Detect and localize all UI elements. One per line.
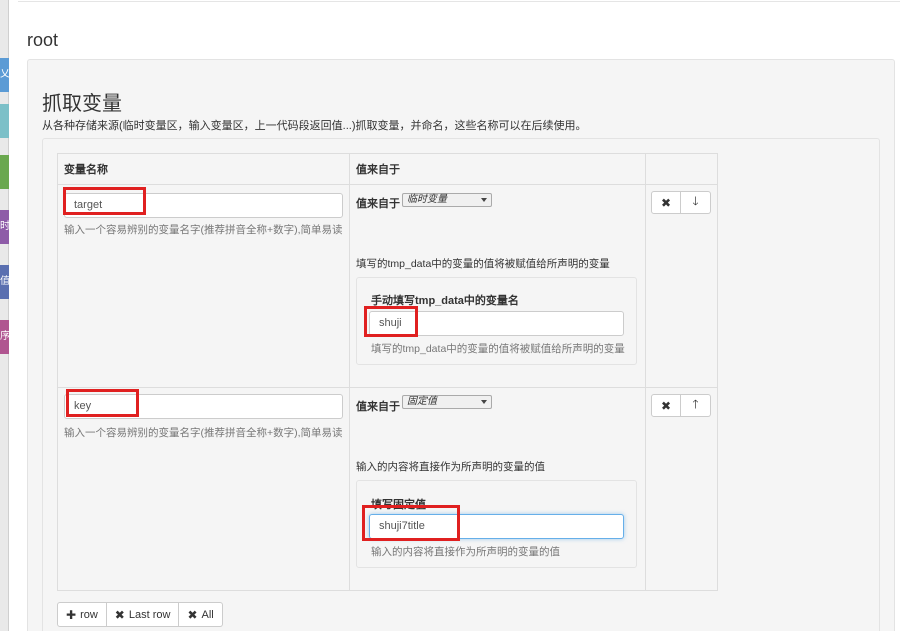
- well-help: 填写的tmp_data中的变量的值将被赋值给所声明的变量: [371, 343, 625, 355]
- source-select-value: 临时变量: [407, 194, 447, 205]
- page-title: root: [27, 30, 59, 50]
- row-actions: ✖ 🡑: [651, 394, 711, 417]
- add-row-button[interactable]: ✚ row: [57, 602, 107, 627]
- sliver-tab: 值: [0, 265, 9, 299]
- annotation-box: [63, 187, 146, 215]
- source-info: 填写的tmp_data中的变量的值将被赋值给所声明的变量: [356, 258, 610, 270]
- delete-row-button[interactable]: ✖: [651, 191, 681, 214]
- sliver-tab: 序: [0, 320, 9, 354]
- table-row: target 输入一个容易辨别的变量名字(推荐拼音全称+数字),简单易读 值来自…: [57, 184, 718, 388]
- var-name-help: 输入一个容易辨别的变量名字(推荐拼音全称+数字),简单易读: [64, 427, 343, 439]
- caret-down-icon: [481, 400, 487, 404]
- column-header-var-name: 变量名称: [57, 153, 350, 185]
- sliver-tab: [0, 104, 9, 138]
- var-name-help: 输入一个容易辨别的变量名字(推荐拼音全称+数字),简单易读: [64, 224, 343, 236]
- annotation-box: [364, 306, 418, 337]
- annotation-box: [66, 389, 139, 417]
- source-select-value: 固定值: [407, 396, 437, 407]
- panel-title: 抓取变量: [42, 93, 122, 115]
- caret-down-icon: [481, 198, 487, 202]
- close-icon: ✖: [660, 398, 672, 413]
- close-icon: ✖: [114, 607, 125, 622]
- well-help: 输入的内容将直接作为所声明的变量的值: [371, 546, 560, 558]
- value-source-cell: 值来自于 临时变量 填写的tmp_data中的变量的值将被赋值给所声明的变量 手…: [349, 184, 646, 388]
- arrow-down-icon: 🡓: [692, 194, 699, 208]
- last-row-label: Last row: [128, 608, 171, 621]
- column-header-value-source: 值来自于: [349, 153, 646, 185]
- source-info: 输入的内容将直接作为所声明的变量的值: [356, 461, 545, 473]
- column-header-actions: [645, 153, 718, 185]
- sliver-tab: [0, 155, 9, 189]
- top-divider: [18, 0, 900, 2]
- value-source-cell: 值来自于 固定值 输入的内容将直接作为所声明的变量的值 填写固定值 shuji7…: [349, 387, 646, 591]
- add-row-label: row: [80, 608, 98, 621]
- source-label: 值来自于: [356, 401, 400, 413]
- source-select[interactable]: 固定值: [402, 395, 492, 409]
- sliver-tab: 时: [0, 210, 9, 244]
- row-add-toolbar: ✚ row ✖ Last row ✖ All: [57, 602, 223, 627]
- remove-all-button[interactable]: ✖ All: [179, 602, 223, 627]
- sliver-tab: 乂: [0, 58, 9, 92]
- move-up-button[interactable]: 🡑: [681, 394, 711, 417]
- close-icon: ✖: [660, 195, 672, 210]
- var-name-cell: key 输入一个容易辨别的变量名字(推荐拼音全称+数字),简单易读: [57, 387, 350, 591]
- actions-cell: ✖ 🡑: [645, 387, 718, 591]
- source-select[interactable]: 临时变量: [402, 193, 492, 207]
- arrow-up-icon: 🡑: [692, 397, 699, 411]
- plus-icon: ✚: [66, 607, 77, 622]
- all-label: All: [201, 608, 214, 621]
- delete-row-button[interactable]: ✖: [651, 394, 681, 417]
- annotation-box: [362, 505, 460, 541]
- table-row: key 输入一个容易辨别的变量名字(推荐拼音全称+数字),简单易读 值来自于 固…: [57, 387, 718, 591]
- move-down-button[interactable]: 🡓: [681, 191, 711, 214]
- row-actions: ✖ 🡓: [651, 191, 711, 214]
- remove-last-row-button[interactable]: ✖ Last row: [106, 602, 180, 627]
- source-label: 值来自于: [356, 198, 400, 210]
- close-icon: ✖: [187, 607, 198, 622]
- panel-description: 从各种存储来源(临时变量区，输入变量区，上一代码段返回值...)抓取变量，并命名…: [42, 120, 587, 132]
- actions-cell: ✖ 🡓: [645, 184, 718, 388]
- background-window-sliver: 乂 时 值 序: [0, 0, 9, 631]
